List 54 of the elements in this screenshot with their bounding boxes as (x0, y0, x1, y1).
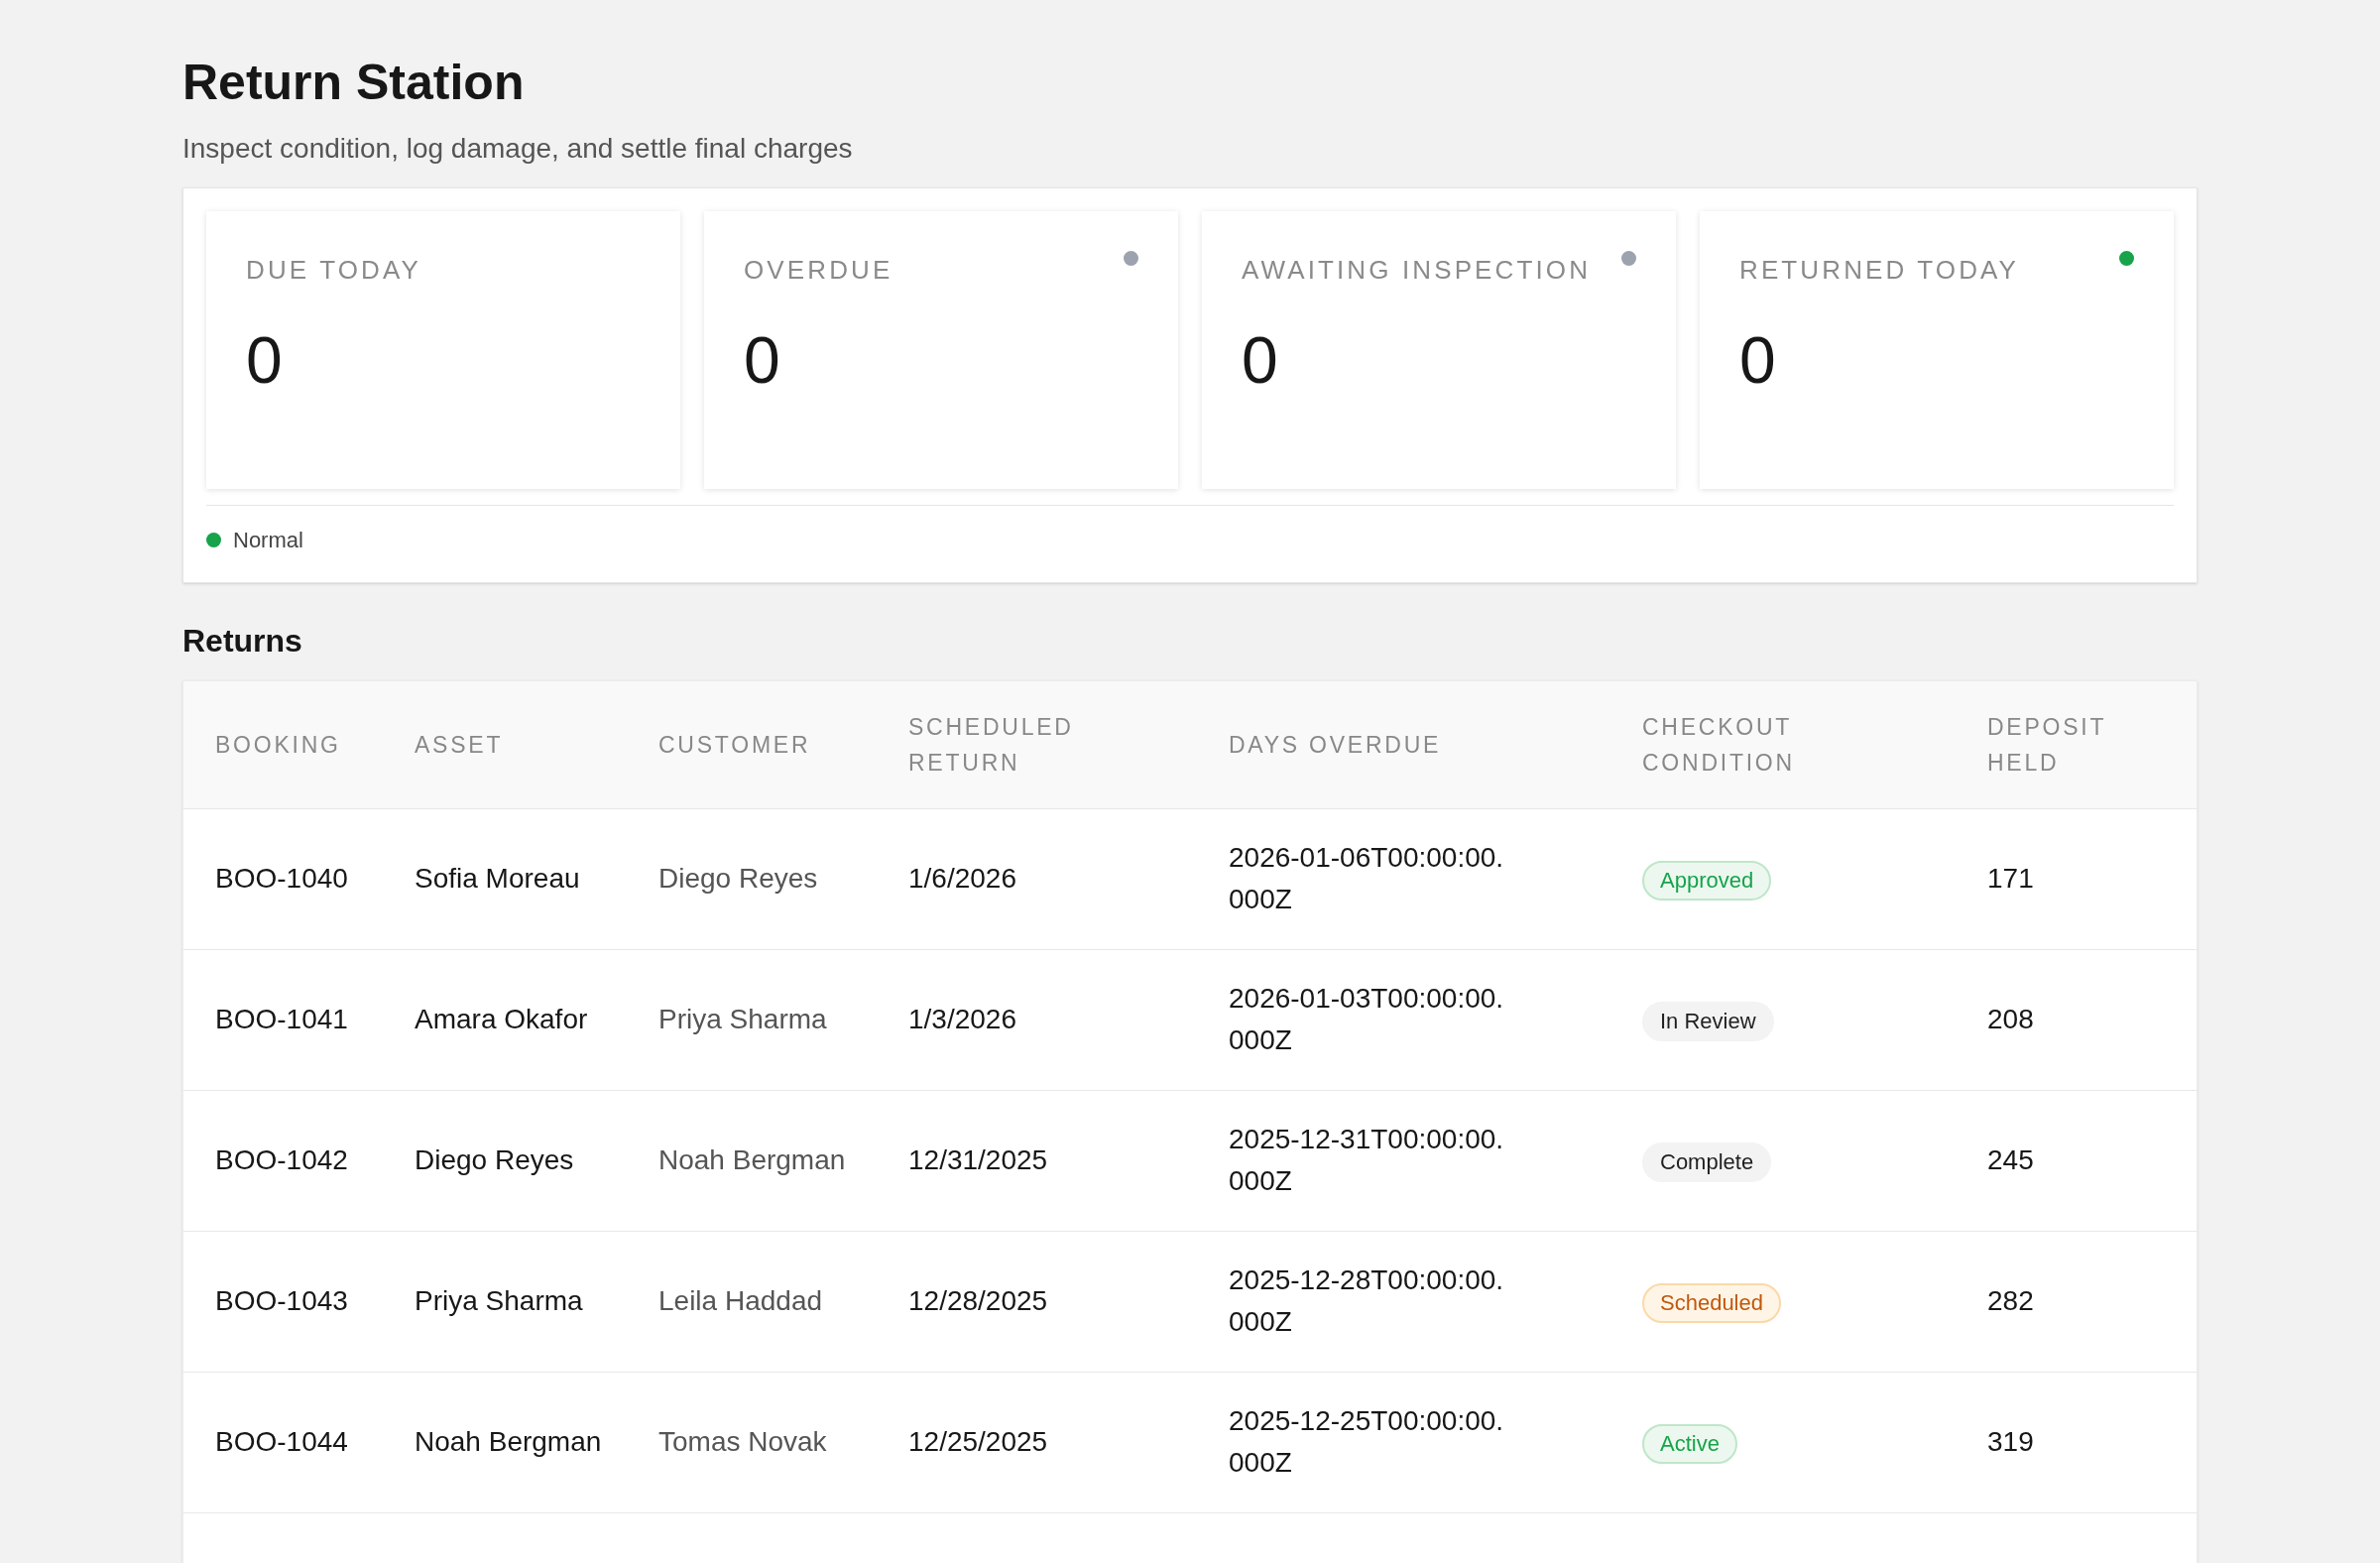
table-cell-text: 1/6/2026 (908, 862, 1016, 896)
section-title: Returns (182, 621, 302, 661)
table-cell-text: 12/28/2025 (908, 1284, 1048, 1318)
stat-value: 0 (246, 326, 283, 393)
table-cell-text: Diego Reyes (658, 862, 818, 896)
table-cell-text: 12/31/2025 (908, 1143, 1048, 1177)
column-header: CHECKOUT CONDITION (1642, 712, 1796, 778)
stat-value: 0 (1739, 326, 1776, 393)
status-badge: Approved (1642, 860, 1772, 901)
table-cell-text: BOO-1044 (215, 1425, 348, 1459)
column-header: ASSET (415, 730, 504, 760)
stat-label: AWAITING INSPECTION (1242, 253, 1592, 287)
table-cell-text: 2026-01-06T00:00:00.000Z (1229, 841, 1505, 916)
table-cell-text: Sofia Moreau (415, 862, 580, 896)
table-cell-text: 171 (1987, 862, 2034, 896)
status-badge: Complete (1642, 1142, 1772, 1182)
table-cell-text: Noah Bergman (658, 1143, 846, 1177)
table-cell-text: 282 (1987, 1284, 2034, 1318)
table-cell-text: 12/25/2025 (908, 1425, 1048, 1459)
stat-label: RETURNED TODAY (1739, 253, 2020, 287)
table-cell-text: Diego Reyes (415, 1143, 574, 1177)
stat-value: 0 (1242, 326, 1278, 393)
table-cell-text: 208 (1987, 1003, 2034, 1036)
stat-label: OVERDUE (744, 253, 893, 287)
table-cell-text: 2025-12-31T00:00:00.000Z (1229, 1123, 1505, 1198)
status-badge: Scheduled (1642, 1282, 1781, 1323)
page-title: Return Station (182, 54, 525, 112)
stat-label: DUE TODAY (246, 253, 421, 287)
table-cell-text: Tomas Novak (658, 1425, 827, 1459)
table-cell-text: 319 (1987, 1425, 2034, 1459)
status-badge: Active (1642, 1423, 1737, 1464)
table-cell-text: BOO-1040 (215, 862, 348, 896)
column-header: SCHEDULED RETURN (908, 712, 1075, 778)
table-cell-text: Amara Okafor (415, 1003, 588, 1036)
stat-value: 0 (744, 326, 780, 393)
table-cell-text: 2026-01-03T00:00:00.000Z (1229, 982, 1505, 1057)
table-cell-text: 1/3/2026 (908, 1003, 1016, 1036)
table-cell-text: Priya Sharma (415, 1284, 583, 1318)
column-header: DAYS OVERDUE (1229, 730, 1442, 760)
table-cell-text: BOO-1042 (215, 1143, 348, 1177)
table-cell-text: BOO-1043 (215, 1284, 348, 1318)
table-cell-text: 245 (1987, 1143, 2034, 1177)
column-header: DEPOSIT HELD (1987, 712, 2107, 778)
table-cell-text: 2025-12-25T00:00:00.000Z (1229, 1404, 1505, 1480)
table-cell-text: Noah Bergman (415, 1425, 602, 1459)
page-subtitle: Inspect condition, log damage, and settle final charges (182, 131, 853, 166)
legend-label: Normal (233, 526, 303, 554)
column-header: CUSTOMER (658, 730, 811, 760)
status-badge: In Review (1642, 1001, 1774, 1041)
table-cell-text: 2025-12-28T00:00:00.000Z (1229, 1263, 1505, 1339)
table-cell-text: Priya Sharma (658, 1003, 827, 1036)
table-cell-text: BOO-1041 (215, 1003, 348, 1036)
table-cell-text: Leila Haddad (658, 1284, 823, 1318)
column-header: BOOKING (215, 730, 341, 760)
